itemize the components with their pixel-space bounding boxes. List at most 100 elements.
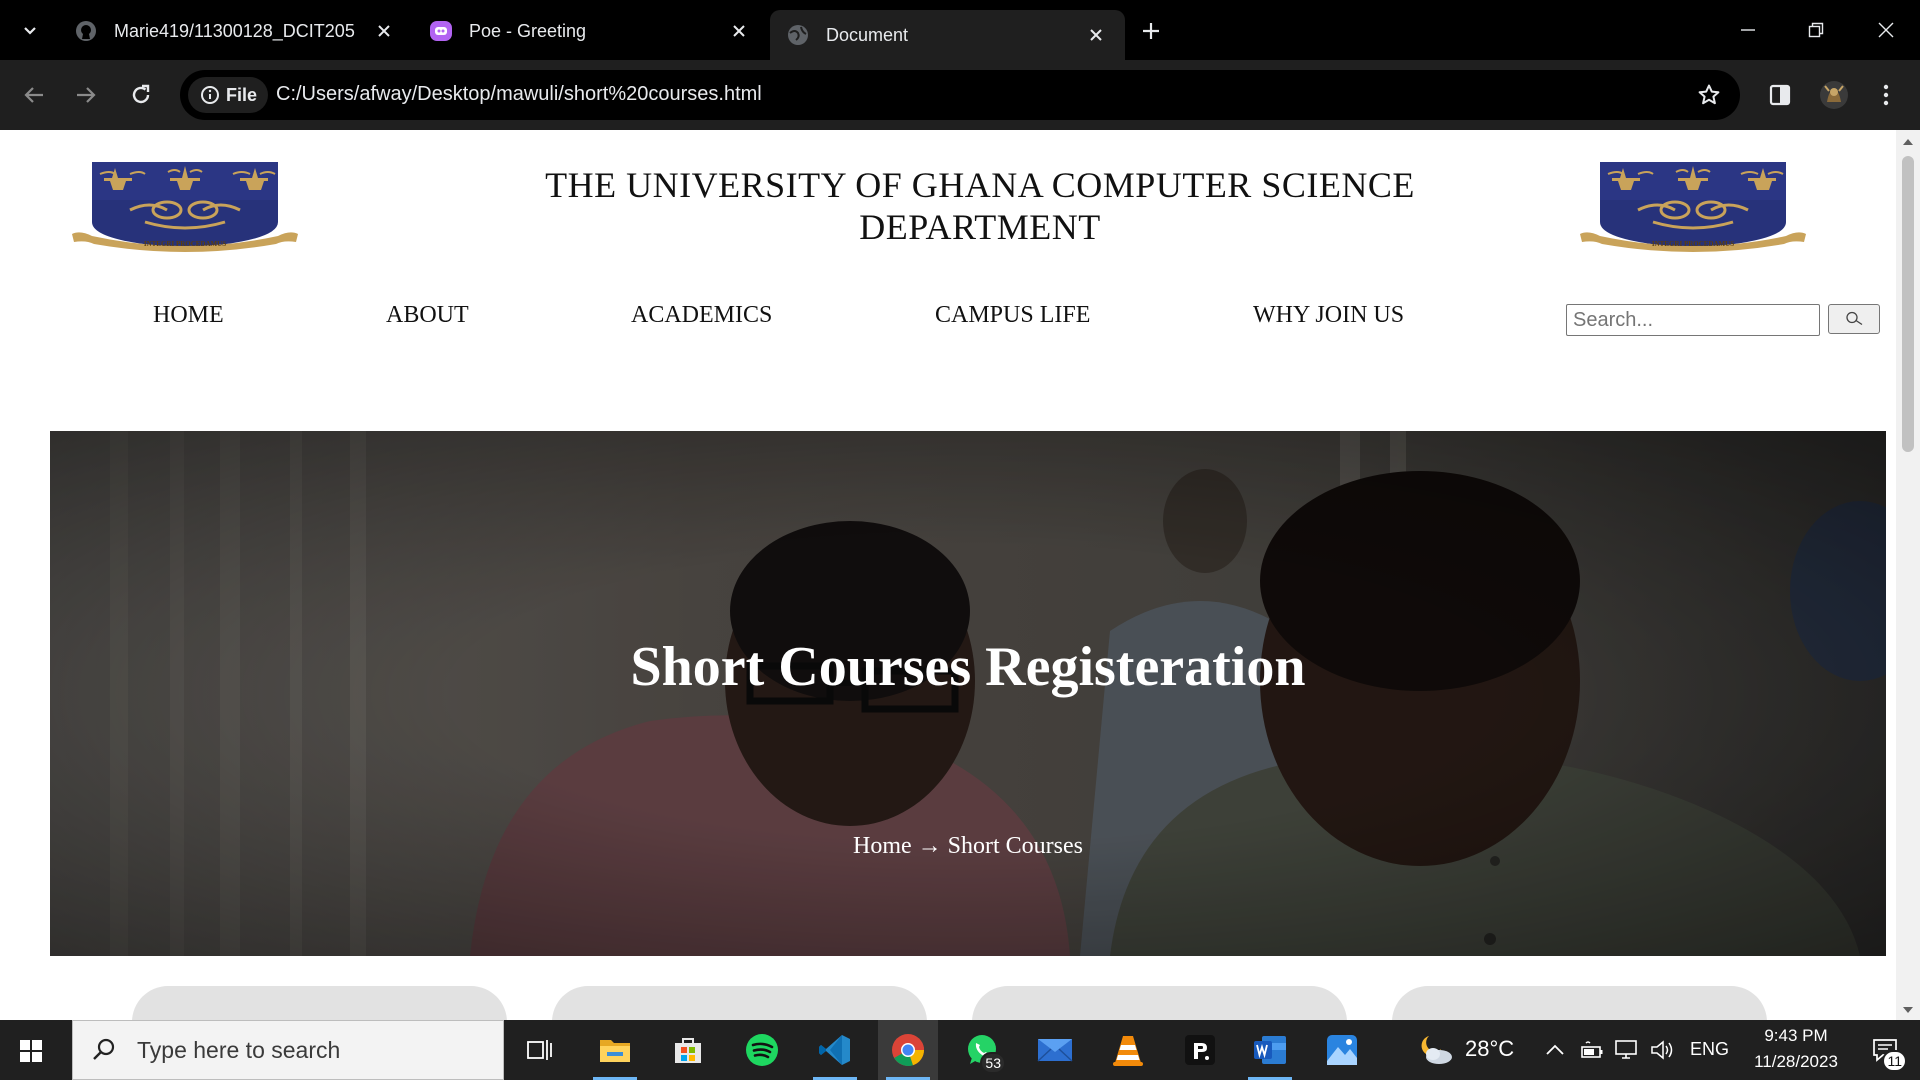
photos-button[interactable] bbox=[1312, 1020, 1372, 1080]
github-icon bbox=[74, 19, 98, 43]
nav-why-join-us[interactable]: WHY JOIN US bbox=[1253, 302, 1404, 329]
course-card[interactable] bbox=[1392, 986, 1767, 1020]
course-card[interactable] bbox=[972, 986, 1347, 1020]
weather-temperature[interactable]: 28°C bbox=[1465, 1036, 1514, 1062]
clock-time[interactable]: 9:43 PM bbox=[1740, 1026, 1852, 1046]
minimize-button[interactable] bbox=[1724, 10, 1772, 50]
search-input[interactable] bbox=[1566, 304, 1820, 336]
site-info-chip[interactable]: File bbox=[188, 77, 268, 113]
course-card[interactable] bbox=[132, 986, 507, 1020]
scroll-down-icon[interactable] bbox=[1902, 1004, 1914, 1016]
start-button[interactable] bbox=[14, 1034, 48, 1068]
roblox-icon bbox=[1185, 1035, 1215, 1065]
hero-title: Short Courses Registeration bbox=[630, 636, 1306, 698]
network-status[interactable] bbox=[1612, 1020, 1642, 1080]
minimize-icon bbox=[1741, 29, 1755, 31]
reload-button[interactable] bbox=[121, 75, 161, 115]
search-icon bbox=[89, 1035, 119, 1065]
star-icon bbox=[1698, 84, 1720, 105]
notification-center-button[interactable]: 11 bbox=[1855, 1020, 1915, 1080]
tab-search-button[interactable] bbox=[14, 14, 46, 46]
tab-poe[interactable]: Poe - Greeting bbox=[413, 10, 768, 52]
hero-banner: Short Courses Registeration Home → Short… bbox=[50, 431, 1886, 956]
site-info-label: File bbox=[226, 84, 258, 105]
info-icon bbox=[201, 86, 219, 104]
tab-title: Marie419/11300128_DCIT205 bbox=[114, 20, 355, 41]
menu-button[interactable] bbox=[1866, 75, 1906, 115]
nav-home[interactable]: HOME bbox=[153, 302, 224, 329]
mail-icon bbox=[1037, 1039, 1073, 1062]
vlc-button[interactable] bbox=[1098, 1020, 1158, 1080]
university-crest-logo: INTEGRI PROCEDAMUS bbox=[1580, 162, 1806, 252]
windows-icon bbox=[20, 1040, 42, 1062]
close-icon[interactable] bbox=[1083, 22, 1109, 48]
nav-campus-life[interactable]: CAMPUS LIFE bbox=[935, 302, 1090, 329]
address-bar[interactable]: File C:/Users/afway/Desktop/mawuli/short… bbox=[180, 70, 1740, 120]
side-panel-icon bbox=[1769, 84, 1791, 106]
chrome-button[interactable] bbox=[878, 1020, 938, 1080]
whatsapp-button[interactable]: 53 bbox=[952, 1020, 1012, 1080]
forward-button[interactable] bbox=[66, 75, 106, 115]
chevron-up-icon bbox=[1546, 1044, 1564, 1055]
battery-icon bbox=[1581, 1041, 1603, 1058]
arrow-right-icon bbox=[77, 87, 96, 103]
close-window-button[interactable] bbox=[1862, 10, 1910, 50]
arrow-left-icon bbox=[24, 87, 43, 103]
crest-motto: INTEGRI PROCEDAMUS bbox=[1652, 240, 1734, 248]
clock-date[interactable]: 11/28/2023 bbox=[1740, 1052, 1852, 1072]
breadcrumb[interactable]: Home → Short Courses bbox=[50, 833, 1886, 860]
profile-button[interactable] bbox=[1814, 75, 1854, 115]
word-icon bbox=[1254, 1036, 1286, 1064]
windows-taskbar: Type here to search 53 28°C ENG 9:43 PM … bbox=[0, 1020, 1920, 1080]
poe-icon bbox=[429, 19, 453, 43]
mail-button[interactable] bbox=[1025, 1020, 1085, 1080]
close-icon[interactable] bbox=[726, 18, 752, 44]
unread-badge: 53 bbox=[980, 1052, 1006, 1074]
word-button[interactable] bbox=[1240, 1020, 1300, 1080]
microsoft-store-button[interactable] bbox=[658, 1020, 718, 1080]
microsoft-store-icon bbox=[675, 1038, 701, 1063]
university-crest-logo: INTEGRI PROCEDAMUS bbox=[72, 162, 298, 252]
tab-github[interactable]: Marie419/11300128_DCIT205 bbox=[58, 10, 413, 52]
page-title: THE UNIVERSITY OF GHANA COMPUTER SCIENCE… bbox=[545, 165, 1415, 247]
restore-icon bbox=[1808, 22, 1824, 38]
taskbar-search-box[interactable]: Type here to search bbox=[72, 1020, 504, 1080]
bookmark-button[interactable] bbox=[1692, 78, 1726, 112]
new-tab-button[interactable] bbox=[1134, 14, 1168, 48]
scroll-thumb[interactable] bbox=[1902, 156, 1914, 452]
file-explorer-icon bbox=[600, 1040, 630, 1062]
page-scrollbar[interactable] bbox=[1896, 130, 1920, 1020]
file-explorer-button[interactable] bbox=[585, 1020, 645, 1080]
vscode-button[interactable] bbox=[805, 1020, 865, 1080]
close-icon[interactable] bbox=[371, 18, 397, 44]
photos-icon bbox=[1327, 1035, 1357, 1065]
search-button[interactable] bbox=[1828, 304, 1880, 334]
taskbar-search-placeholder: Type here to search bbox=[137, 1036, 341, 1063]
chevron-down-icon bbox=[24, 27, 36, 35]
task-view-button[interactable] bbox=[510, 1020, 570, 1080]
input-language[interactable]: ENG bbox=[1690, 1039, 1729, 1060]
course-card[interactable] bbox=[552, 986, 927, 1020]
notification-count-badge: 11 bbox=[1882, 1050, 1907, 1072]
show-hidden-icons-button[interactable] bbox=[1540, 1020, 1570, 1080]
browser-toolbar: File C:/Users/afway/Desktop/mawuli/short… bbox=[0, 60, 1920, 130]
side-panel-button[interactable] bbox=[1760, 75, 1800, 115]
back-button[interactable] bbox=[14, 75, 54, 115]
nav-academics[interactable]: ACADEMICS bbox=[631, 302, 772, 329]
weather-widget[interactable] bbox=[1405, 1020, 1465, 1080]
globe-icon bbox=[786, 23, 810, 47]
task-view-icon bbox=[527, 1040, 552, 1060]
volume-control[interactable] bbox=[1648, 1020, 1678, 1080]
partly-cloudy-night-icon bbox=[1421, 1036, 1452, 1064]
battery-status[interactable] bbox=[1576, 1020, 1606, 1080]
nav-about[interactable]: ABOUT bbox=[386, 302, 469, 329]
scroll-up-icon[interactable] bbox=[1902, 136, 1914, 148]
restore-button[interactable] bbox=[1792, 10, 1840, 50]
page-viewport: INTEGRI PROCEDAMUS THE UNIVERSITY OF GHA… bbox=[0, 130, 1920, 1020]
chrome-icon bbox=[892, 1034, 925, 1066]
vscode-icon bbox=[819, 1035, 850, 1065]
spotify-button[interactable] bbox=[732, 1020, 792, 1080]
roblox-button[interactable] bbox=[1170, 1020, 1230, 1080]
tab-document[interactable]: Document bbox=[770, 10, 1125, 60]
url-text[interactable]: C:/Users/afway/Desktop/mawuli/short%20co… bbox=[276, 83, 762, 106]
